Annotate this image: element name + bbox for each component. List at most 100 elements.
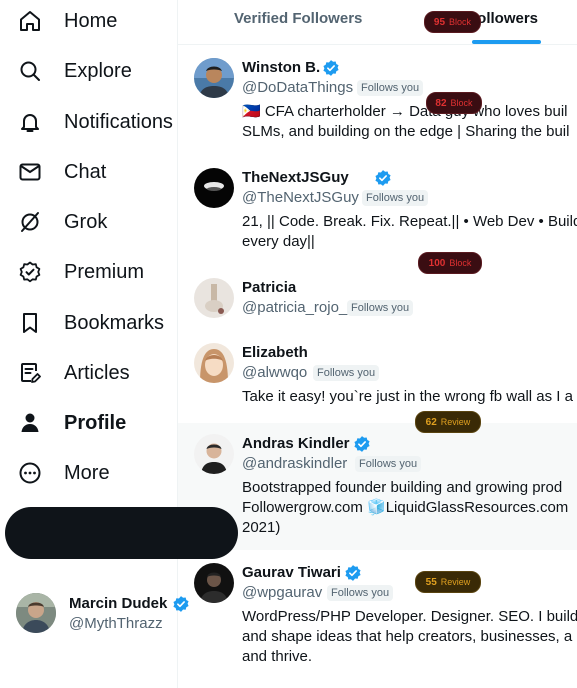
nav-notifications-label: Notifications [64,111,173,133]
verified-icon [345,565,361,581]
verified-icon [323,60,339,76]
more-circle-icon [19,462,41,484]
user-bio-line: SLMs, and building on the edge | Sharing… [242,123,570,140]
follower-row[interactable]: Elizabeth @alwwqo Follows you Take it ea… [178,335,577,423]
nav-more[interactable]: More [0,453,178,493]
follows-you-badge: Follows you [327,585,394,601]
score-value: 55 [425,576,437,588]
follows-you-badge: Follows you [362,190,429,206]
nav-explore[interactable]: Explore [0,51,178,91]
score-label: Review [440,417,471,427]
user-bio-line: Bootstrapped founder building and growin… [242,479,563,496]
user-bio-line: 🇵🇭 CFA charterholder → Data guy who love… [242,103,568,120]
bell-icon [21,114,39,132]
verified-icon [354,436,370,452]
user-name: Andras Kindler [242,435,350,452]
follows-you-badge: Follows you [357,80,424,96]
bot-score-badge[interactable]: 82 Block [426,92,482,114]
score-value: 100 [428,257,446,269]
score-value: 62 [425,416,437,428]
nav-chat[interactable]: Chat [0,152,178,192]
user-name: TheNextJSGuy [242,169,349,186]
nav-articles-label: Articles [64,362,130,384]
mail-icon [19,163,41,181]
tab-verified-followers[interactable]: Verified Followers [178,0,378,44]
nav-grok[interactable]: Grok [0,202,178,242]
user-avatar [194,563,234,603]
nav-home-label: Home [64,10,118,32]
follows-you-badge: Follows you [313,365,380,381]
follower-row[interactable]: TheNextJSGuy @TheNextJSGuy Follows you 2… [178,155,577,260]
search-icon [20,61,40,81]
score-value: 95 [433,16,446,28]
user-handle: @wpgaurav [242,584,323,601]
user-bio-link[interactable]: Followergrow.com 🧊LiquidGlassResources.c… [242,498,577,518]
score-label: Block [450,98,473,108]
follower-row[interactable]: Gaurav Tiwari @wpgaurav Follows you Word… [178,550,577,688]
user-name: Elizabeth [242,344,308,361]
nav-home[interactable]: Home [0,1,178,41]
bot-score-badge[interactable]: 100 Block [418,252,482,274]
grok-icon [21,212,39,232]
nav-bookmarks[interactable]: Bookmarks [0,303,178,343]
user-bio-line: every day|| [242,233,315,250]
user-name: Gaurav Tiwari [242,564,341,581]
user-bio-line: and shape ideas that help creators, busi… [242,628,573,645]
user-avatar [194,434,234,474]
account-name: Marcin Dudek [69,595,168,612]
person-icon [21,413,39,432]
home-icon [20,11,40,31]
nav-bookmarks-label: Bookmarks [64,312,165,334]
verified-badge-icon [19,261,41,283]
score-value: 82 [435,97,447,109]
article-edit-icon [21,363,41,383]
follower-row[interactable]: Winston B. @DoDataThings Follows you 🇵🇭 … [178,45,577,155]
followers-tabs: Verified Followers Followers [178,0,577,45]
account-avatar [16,593,56,633]
follows-you-badge: Follows you [347,300,414,316]
nav-premium[interactable]: Premium [0,252,178,292]
nav-profile-label: Profile [64,412,127,434]
user-handle: @TheNextJSGuy [242,189,359,206]
user-name: Patricia [242,279,297,296]
user-avatar [194,278,234,318]
bot-score-badge[interactable]: 62 Review [415,411,481,433]
bookmark-icon [23,313,37,333]
nav-grok-label: Grok [64,211,108,233]
post-button[interactable] [5,507,238,559]
follower-row[interactable]: Patricia @patricia_rojo_ Follows you [178,260,577,335]
nav-notifications[interactable]: Notifications [0,102,178,142]
verified-icon [375,170,391,186]
follows-you-badge: Follows you [355,456,422,472]
nav-more-label: More [64,462,110,484]
user-avatar [194,168,234,208]
bot-score-badge[interactable]: 55 Review [415,571,481,593]
score-label: Block [449,258,472,268]
user-handle: @DoDataThings [242,79,354,96]
user-handle: @andraskindler [242,455,348,472]
nav-articles[interactable]: Articles [0,353,178,393]
sidebar-nav: Home Explore Notifications Chat Grok Pre… [0,0,189,688]
nav-explore-label: Explore [64,60,132,82]
user-bio-line: and thrive. [242,648,313,665]
account-handle: @MythThrazz [69,615,163,632]
user-avatar [194,343,234,383]
user-handle: @alwwqo [242,364,308,381]
bot-score-badge[interactable]: 95 Block [424,11,481,33]
user-name: Winston B. [242,59,321,76]
account-switcher[interactable]: Marcin Dudek @MythThrazz [16,590,189,638]
tab-verified-label: Verified Followers [234,10,363,27]
nav-profile[interactable]: Profile [0,403,178,443]
score-label: Block [449,17,472,27]
user-handle: @patricia_rojo_ [242,299,348,316]
followers-panel: Winston B. @DoDataThings Follows you 🇵🇭 … [178,0,577,688]
tab-active-indicator [472,40,541,44]
user-bio-line: WordPress/PHP Developer. Designer. SEO. … [242,608,577,625]
user-bio-line: Take it easy! you`re just in the wrong f… [242,388,573,405]
nav-premium-label: Premium [64,261,145,283]
score-label: Review [440,577,471,587]
user-bio-line: 2021) [242,519,281,536]
nav-chat-label: Chat [64,161,107,183]
user-bio-line: 21, || Code. Break. Fix. Repeat.|| • Web… [242,213,577,230]
user-avatar [194,58,234,98]
